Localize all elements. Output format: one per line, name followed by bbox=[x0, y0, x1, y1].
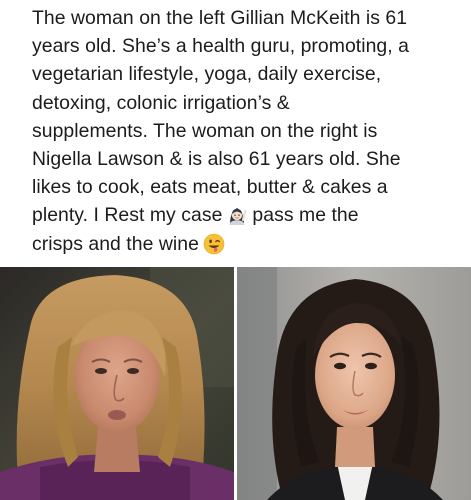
caption-line-2: years old. She’s a health guru, promotin… bbox=[32, 35, 409, 58]
woman-raising-hand-emoji-icon bbox=[226, 204, 248, 226]
comparison-photos bbox=[0, 267, 471, 500]
caption-line-8: plenty. I Rest my case pass me the bbox=[32, 201, 464, 229]
right-portrait-photo bbox=[237, 267, 471, 500]
caption-line-7: likes to cook, eats meat, butter & cakes… bbox=[32, 176, 388, 199]
meme-caption: The woman on the left Gillian McKeith is… bbox=[32, 4, 464, 266]
caption-line-4: detoxing, colonic irrigation’s & bbox=[32, 91, 290, 114]
caption-line-8-start: plenty. I Rest my case bbox=[32, 204, 223, 227]
winking-tongue-out-face-emoji-icon bbox=[203, 233, 225, 255]
caption-line-5: supplements. The woman on the right is bbox=[32, 119, 378, 142]
caption-line-9-text: crisps and the wine bbox=[32, 232, 199, 255]
left-portrait-photo bbox=[0, 267, 234, 500]
meme-post: The woman on the left Gillian McKeith is… bbox=[0, 0, 471, 500]
caption-line-6: Nigella Lawson & is also 61 years old. S… bbox=[32, 148, 401, 171]
caption-line-8-end: pass me the bbox=[252, 204, 359, 227]
caption-line-9: crisps and the wine bbox=[32, 230, 464, 258]
caption-line-1: The woman on the left Gillian McKeith is… bbox=[32, 7, 408, 29]
caption-line-3: vegetarian lifestyle, yoga, daily exerci… bbox=[32, 63, 382, 86]
